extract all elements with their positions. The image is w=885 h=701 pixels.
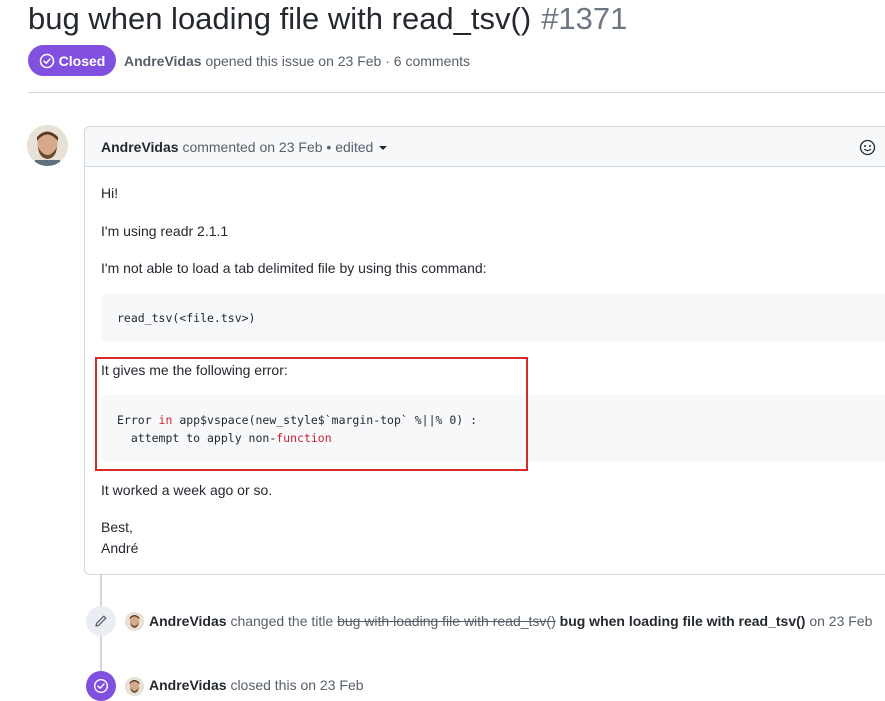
avatar-image xyxy=(125,677,144,696)
comment-header-text: AndreVidas commented on 23 Feb • edited xyxy=(101,139,388,155)
avatar-image xyxy=(125,612,144,631)
chevron-down-icon[interactable] xyxy=(379,146,388,151)
timeline-author-link[interactable]: AndreVidas xyxy=(149,613,227,629)
issue-meta: AndreVidas opened this issue on 23 Feb ·… xyxy=(124,53,470,69)
status-badge: Closed xyxy=(28,45,116,76)
comment-paragraph: I'm using readr 2.1.1 xyxy=(101,223,229,239)
issue-author-link[interactable]: AndreVidas xyxy=(124,53,202,69)
pencil-icon xyxy=(86,606,116,636)
avatar[interactable] xyxy=(125,612,144,631)
comment-paragraph: I'm not able to load a tab delimited fil… xyxy=(101,260,487,276)
timeline-date[interactable]: on 23 Feb xyxy=(809,613,872,629)
comment-header-meta[interactable]: commented on 23 Feb • edited xyxy=(182,139,373,155)
highlight-annotation xyxy=(95,357,528,471)
emoji-reaction-icon[interactable] xyxy=(859,139,876,156)
comment-author-link[interactable]: AndreVidas xyxy=(101,139,179,155)
timeline-text: closed this on 23 Feb xyxy=(230,677,364,693)
comment-paragraph: Hi! xyxy=(101,185,119,201)
issue-number: #1371 xyxy=(541,1,628,36)
timeline-event-closed: AndreVidas closed this on 23 Feb xyxy=(149,677,364,693)
comment: AndreVidas commented on 23 Feb • edited … xyxy=(84,126,885,575)
old-title: bug with loading file with read_tsv() xyxy=(337,613,556,629)
comment-paragraph: Best, xyxy=(101,519,133,535)
closed-check-icon xyxy=(39,53,54,68)
avatar-image xyxy=(27,125,68,166)
issue-meta-text: opened this issue on 23 Feb · 6 comments xyxy=(205,53,471,69)
timeline-author-link[interactable]: AndreVidas xyxy=(149,677,227,693)
timeline-event-rename: AndreVidas changed the title bug with lo… xyxy=(149,613,872,629)
issue-title: bug when loading file with read_tsv() #13… xyxy=(28,0,627,38)
header-divider xyxy=(28,92,885,93)
new-title: bug when loading file with read_tsv() xyxy=(559,613,806,629)
code-block: read_tsv(<file.tsv>) xyxy=(101,293,885,342)
avatar[interactable] xyxy=(27,125,68,166)
status-badge-label: Closed xyxy=(58,52,106,69)
comment-paragraph: It worked a week ago or so. xyxy=(101,482,273,498)
comment-header: AndreVidas commented on 23 Feb • edited xyxy=(85,127,885,167)
issue-title-text: bug when loading file with read_tsv() xyxy=(28,1,532,36)
comment-paragraph: André xyxy=(101,540,139,556)
avatar[interactable] xyxy=(125,677,144,696)
timeline-text: changed the title xyxy=(230,613,334,629)
code-line: read_tsv(<file.tsv>) xyxy=(117,311,256,325)
